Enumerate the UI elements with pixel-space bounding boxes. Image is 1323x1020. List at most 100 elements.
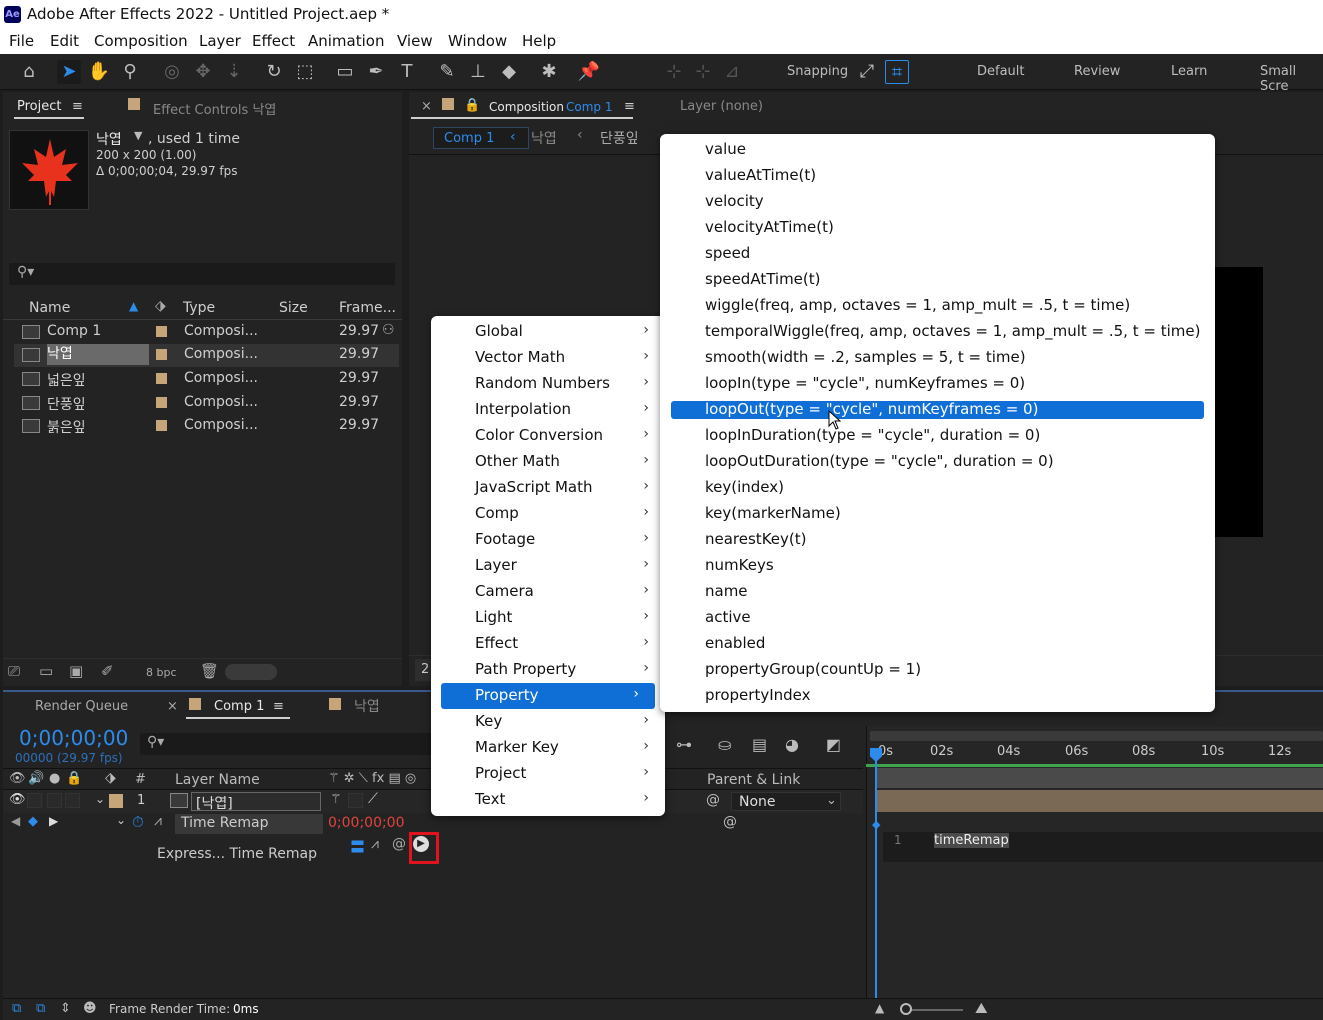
submenu-item[interactable]: valueAtTime(t) bbox=[660, 163, 1215, 189]
rotate-tool-icon[interactable]: ↻ bbox=[262, 60, 286, 84]
column-type[interactable]: Type bbox=[183, 300, 215, 316]
comp1-timeline-tab[interactable]: Comp 1 bbox=[214, 699, 264, 714]
timeline-zoom-track[interactable] bbox=[903, 1009, 963, 1011]
new-composition-icon[interactable]: ▣ bbox=[69, 662, 83, 680]
snap-features-icon[interactable]: ⌗ bbox=[885, 60, 909, 84]
parent-dropdown[interactable]: None ⌄ bbox=[731, 792, 841, 811]
menu-item-light[interactable]: Light › bbox=[431, 605, 665, 631]
audio-slot[interactable] bbox=[27, 793, 42, 808]
hand-tool-icon[interactable]: ✋ bbox=[87, 60, 111, 84]
submenu-item[interactable]: velocityAtTime(t) bbox=[660, 215, 1215, 241]
label-tag-icon[interactable]: ⬗ bbox=[155, 298, 166, 314]
menu-composition[interactable]: Composition bbox=[94, 32, 188, 50]
menu-item-layer[interactable]: Layer › bbox=[431, 553, 665, 579]
lock-icon[interactable]: 🔒 bbox=[66, 771, 82, 786]
menu-view[interactable]: View bbox=[397, 32, 433, 50]
close-tab-icon[interactable]: × bbox=[167, 699, 178, 714]
layer-tab[interactable]: Layer (none) bbox=[680, 99, 763, 114]
in-out-panes-icon[interactable]: ⇕ bbox=[60, 1001, 71, 1016]
effect-controls-tab[interactable]: Effect Controls 낙엽 bbox=[153, 99, 276, 118]
menu-item-javascript-math[interactable]: JavaScript Math › bbox=[431, 475, 665, 501]
workspace-small-screen[interactable]: Small Scre bbox=[1260, 64, 1323, 94]
flowchart-icon[interactable]: ⚇ bbox=[382, 322, 395, 338]
graph-editor-icon[interactable]: ◩ bbox=[826, 735, 841, 754]
submenu-item[interactable]: speed bbox=[660, 241, 1215, 267]
menu-window[interactable]: Window bbox=[448, 32, 507, 50]
menu-item-footage[interactable]: Footage › bbox=[431, 527, 665, 553]
shy-switch-icon[interactable]: ⚚ bbox=[330, 792, 342, 807]
submenu-item[interactable]: key(index) bbox=[660, 475, 1215, 501]
eraser-tool-icon[interactable]: ◆ bbox=[497, 60, 521, 84]
menu-item-path-property[interactable]: Path Property › bbox=[431, 657, 665, 683]
menu-item-effect[interactable]: Effect › bbox=[431, 631, 665, 657]
column-name[interactable]: Name bbox=[29, 300, 70, 316]
solo-toggle-icon[interactable]: ● bbox=[49, 771, 60, 786]
current-timecode[interactable]: 0;00;00;00 bbox=[19, 726, 128, 750]
composition-viewer-canvas[interactable] bbox=[1211, 267, 1263, 537]
selection-tool-icon[interactable]: ➤ bbox=[57, 60, 81, 84]
menu-help[interactable]: Help bbox=[522, 32, 556, 50]
submenu-item[interactable]: wiggle(freq, amp, octaves = 1, amp_mult … bbox=[660, 293, 1215, 319]
audio-toggle-icon[interactable]: 🔊 bbox=[28, 771, 44, 786]
menu-item-project[interactable]: Project › bbox=[431, 761, 665, 787]
submenu-item[interactable]: temporalWiggle(freq, amp, octaves = 1, a… bbox=[660, 319, 1215, 345]
lock-slot[interactable] bbox=[65, 793, 80, 808]
project-item-danpung[interactable]: 단풍잎 Composi... 29.97 bbox=[14, 392, 399, 415]
timeline-zoom-handle[interactable] bbox=[900, 1003, 912, 1015]
project-menu-icon[interactable]: ≡ bbox=[72, 99, 83, 114]
layer-name-header[interactable]: Layer Name bbox=[175, 772, 260, 788]
menu-item-random-numbers[interactable]: Random Numbers › bbox=[431, 371, 665, 397]
submenu-item[interactable]: nearestKey(t) bbox=[660, 527, 1215, 553]
composition-tab-label[interactable]: Composition bbox=[489, 100, 564, 114]
label-tag-icon[interactable]: ⬗ bbox=[105, 770, 116, 786]
breadcrumb-comp1[interactable]: Comp 1 ‹ bbox=[433, 127, 529, 149]
preview-dropdown-icon[interactable]: ▼ bbox=[134, 129, 142, 142]
submenu-item[interactable]: loopOutDuration(type = "cycle", duration… bbox=[660, 449, 1215, 475]
expand-layer-chevron-icon[interactable]: ⌄ bbox=[95, 792, 105, 806]
zoom-out-icon[interactable]: ▲ bbox=[875, 1001, 884, 1015]
submenu-item[interactable]: velocity bbox=[660, 189, 1215, 215]
next-keyframe-icon[interactable]: ▶ bbox=[49, 814, 58, 828]
project-item-nakyeop[interactable]: 낙엽 Composi... 29.97 bbox=[14, 344, 399, 367]
expression-graph-icon[interactable]: ⩘ bbox=[371, 836, 379, 852]
breadcrumb-danpung[interactable]: 단풍잎 bbox=[600, 128, 639, 148]
expression-language-menu-icon[interactable]: ▶ bbox=[413, 836, 429, 852]
menu-item-camera[interactable]: Camera › bbox=[431, 579, 665, 605]
submenu-item[interactable]: numKeys bbox=[660, 553, 1215, 579]
zoom-tool-icon[interactable]: ⚲ bbox=[118, 60, 142, 84]
submenu-item[interactable]: loopInDuration(type = "cycle", duration … bbox=[660, 423, 1215, 449]
snap-edges-icon[interactable]: ⤢ bbox=[855, 60, 879, 84]
expression-pick-whip-icon[interactable]: @ bbox=[392, 836, 406, 852]
frame-blending-icon[interactable]: ▤ bbox=[752, 735, 767, 754]
submenu-item[interactable]: loopIn(type = "cycle", numKeyframes = 0) bbox=[660, 371, 1215, 397]
transfer-controls-icon[interactable]: ⧉ bbox=[36, 1001, 45, 1016]
time-remap-value[interactable]: 0;00;00;00 bbox=[328, 815, 405, 831]
previous-keyframe-icon[interactable]: ◀ bbox=[11, 814, 20, 828]
submenu-item[interactable]: loopOut(type = "cycle", numKeyframes = 0… bbox=[671, 400, 1204, 419]
lock-icon[interactable]: 🔒 bbox=[464, 98, 480, 113]
clone-stamp-tool-icon[interactable]: ⊥ bbox=[466, 60, 490, 84]
video-toggle-icon[interactable]: 👁 bbox=[9, 771, 26, 786]
zoom-in-icon[interactable]: ⛰ bbox=[975, 999, 988, 1017]
timeline-search-input[interactable] bbox=[140, 733, 432, 755]
menu-item-vector-math[interactable]: Vector Math › bbox=[431, 345, 665, 371]
pick-whip-icon[interactable]: @ bbox=[706, 792, 720, 808]
menu-item-key[interactable]: Key › bbox=[431, 709, 665, 735]
work-area-bar[interactable] bbox=[870, 731, 1323, 741]
submenu-item[interactable]: key(markerName) bbox=[660, 501, 1215, 527]
home-icon[interactable]: ⌂ bbox=[17, 60, 41, 84]
project-item-bulgeun[interactable]: 붉은잎 Composi... 29.97 bbox=[14, 415, 399, 438]
menu-item-other-math[interactable]: Other Math › bbox=[431, 449, 665, 475]
column-size[interactable]: Size bbox=[279, 300, 308, 316]
submenu-item[interactable]: propertyIndex bbox=[660, 683, 1215, 709]
workspace-default[interactable]: Default bbox=[977, 64, 1025, 79]
project-tab[interactable]: Project bbox=[17, 99, 61, 114]
submenu-item[interactable]: smooth(width = .2, samples = 5, t = time… bbox=[660, 345, 1215, 371]
motion-blur-icon[interactable]: ◕ bbox=[785, 735, 799, 754]
project-item-neolbeun[interactable]: 넓은잎 Composi... 29.97 bbox=[14, 368, 399, 391]
pan-camera-icon[interactable]: ✥ bbox=[191, 60, 215, 84]
column-frame-rate[interactable]: Frame... bbox=[339, 300, 396, 316]
composition-tab-name[interactable]: Comp 1 bbox=[566, 100, 612, 114]
submenu-item[interactable]: speedAtTime(t) bbox=[660, 267, 1215, 293]
layer-label-swatch[interactable] bbox=[109, 794, 123, 808]
